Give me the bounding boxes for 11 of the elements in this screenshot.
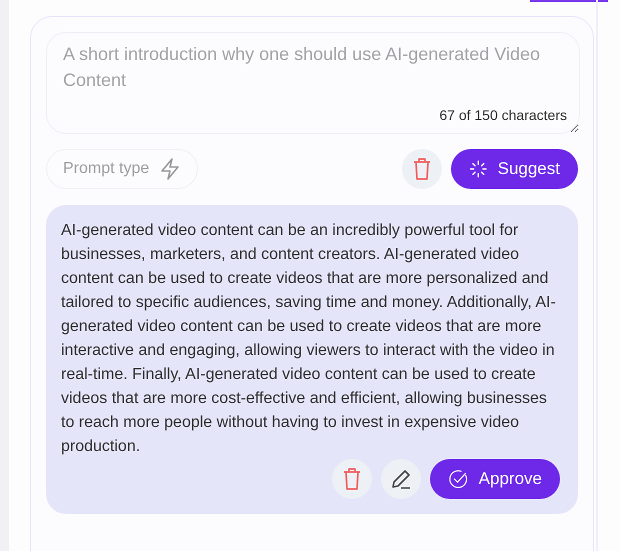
pen-icon	[390, 468, 412, 490]
generated-text: AI-generated video content can be an incredibly powerful tool for businesses, marketers, and content creators. AI-generated video content can be used to create videos that are more personalized and tailored to specific audiences, saving time and money. Additionally, AI-generated video content can be used to create videos that are more interactive and engaging, allowing viewers to interact with the video in real-time. Finally, AI-generated video content can be used to create videos that are more cost-effective and efficient, allowing businesses to reach more people without having to invest in expensive video production.	[61, 221, 557, 457]
trash-icon	[412, 157, 432, 181]
lightning-icon	[159, 157, 182, 181]
trash-icon	[342, 467, 362, 491]
suggest-button[interactable]: Suggest	[451, 149, 578, 189]
delete-button[interactable]	[332, 459, 372, 499]
approve-button[interactable]: Approve	[430, 459, 560, 499]
edit-button[interactable]	[381, 459, 421, 499]
character-counter: 67 of 150 characters	[439, 107, 567, 123]
delete-button[interactable]	[402, 149, 442, 189]
